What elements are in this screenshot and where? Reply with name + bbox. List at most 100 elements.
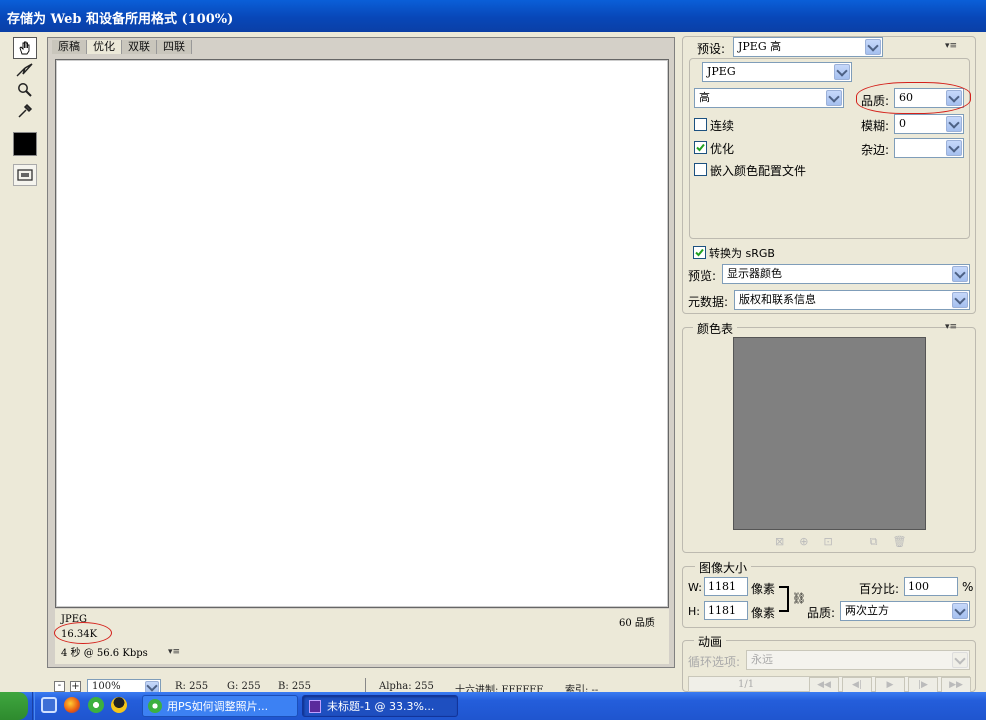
zoom-in-button[interactable]: +: [70, 681, 81, 692]
chain-link-icon[interactable]: ⛓: [792, 592, 806, 605]
preview-color-label: 预览:: [688, 269, 717, 283]
height-input[interactable]: 1181: [704, 601, 748, 620]
metadata-label: 元数据:: [688, 295, 729, 309]
view-tabs: 原稿 优化 双联 四联: [52, 39, 192, 54]
slices-visibility-icon: [17, 169, 33, 181]
eyedropper-tool-icon[interactable]: [13, 101, 37, 121]
web-shift-icon[interactable]: ⊕: [799, 535, 808, 548]
color-table-swatches[interactable]: [733, 337, 926, 530]
next-frame-button[interactable]: |▶: [908, 677, 938, 693]
checkmark-icon: [695, 248, 704, 257]
web-snap-icon[interactable]: ⊠: [775, 535, 784, 548]
toggle-slices-visibility-button[interactable]: [13, 164, 37, 186]
taskbar-item-browser[interactable]: 用PS如何调整照片...: [142, 695, 298, 717]
browser-360-icon: [148, 699, 162, 713]
preset-value: JPEG 高: [738, 40, 782, 53]
chevron-down-icon: [952, 652, 968, 668]
blur-label: 模糊:: [861, 119, 890, 133]
color-table-menu-icon[interactable]: ▾≡: [945, 322, 957, 332]
annotation-circle-size: [54, 622, 112, 644]
preset-select[interactable]: JPEG 高: [733, 37, 883, 57]
firefox-icon[interactable]: [64, 697, 80, 713]
optimized-checkbox[interactable]: [694, 141, 707, 154]
embed-profile-checkbox[interactable]: [694, 163, 707, 176]
embed-profile-label: 嵌入颜色配置文件: [710, 164, 807, 178]
chevron-down-icon: [834, 64, 850, 80]
zoom-out-button[interactable]: -: [54, 681, 65, 692]
hand-tool-icon[interactable]: [13, 37, 37, 59]
chevron-down-icon: [952, 266, 968, 282]
start-button[interactable]: [0, 692, 28, 720]
percent-unit: %: [962, 580, 974, 594]
metadata-select[interactable]: 版权和联系信息: [734, 290, 970, 310]
show-desktop-icon[interactable]: [41, 697, 57, 713]
chevron-down-icon: [952, 292, 968, 308]
eyedropper-color-swatch[interactable]: [13, 132, 37, 156]
taskbar-item-photoshop[interactable]: 未标题-1 @ 33.3%...: [302, 695, 458, 717]
width-label: W:: [688, 581, 702, 594]
tab-4-up[interactable]: 四联: [157, 40, 192, 54]
new-color-icon[interactable]: ⧉: [870, 535, 878, 548]
matte-select[interactable]: [894, 138, 964, 158]
tab-original[interactable]: 原稿: [52, 40, 87, 54]
taskbar-item-label: 未标题-1 @ 33.3%...: [327, 700, 435, 713]
resample-quality-select[interactable]: 两次立方: [840, 601, 970, 621]
preview-quality: 60 品质: [619, 618, 655, 629]
tab-optimized[interactable]: 优化: [87, 40, 122, 54]
eyedropper-icon: [18, 103, 33, 118]
status-bar: - + 100% R: 255 G: 255 B: 255 Alpha: 255…: [47, 676, 677, 696]
file-format-value: JPEG: [707, 65, 736, 78]
height-unit: 像素: [751, 606, 776, 620]
blur-input[interactable]: 0: [894, 114, 964, 134]
resample-quality-value: 两次立方: [845, 604, 889, 617]
convert-srgb-checkbox[interactable]: [693, 246, 706, 259]
checkmark-icon: [696, 143, 705, 152]
loop-options-select[interactable]: 永远: [746, 650, 970, 670]
trash-icon[interactable]: 🗑: [893, 535, 907, 548]
zoom-level-value: 100%: [92, 681, 121, 692]
chevron-down-icon: [946, 116, 962, 132]
slice-select-tool-icon[interactable]: [13, 60, 37, 80]
chevron-down-icon: [952, 603, 968, 619]
loop-options-label: 循环选项:: [688, 655, 741, 669]
image-preview-canvas[interactable]: [55, 59, 669, 608]
previous-frame-button[interactable]: ◀|: [842, 677, 872, 693]
percent-input[interactable]: 100: [904, 577, 958, 596]
status-r: R: 255: [175, 681, 209, 692]
height-label: H:: [688, 605, 700, 618]
lock-icon[interactable]: ⊡: [823, 535, 832, 548]
tab-2-up[interactable]: 双联: [122, 40, 157, 54]
status-g: G: 255: [227, 681, 261, 692]
width-input[interactable]: 1181: [704, 577, 748, 596]
zoom-tool-icon[interactable]: [13, 80, 37, 100]
last-frame-button[interactable]: ▶▶: [941, 677, 971, 693]
browser-360-icon[interactable]: [88, 697, 104, 713]
blur-value: 0: [899, 117, 906, 130]
file-format-select[interactable]: JPEG: [702, 62, 852, 82]
height-value: 1181: [708, 604, 736, 617]
status-divider: [365, 678, 366, 692]
download-speed-menu-icon[interactable]: ▾≡: [168, 647, 180, 657]
percent-value: 100: [908, 580, 929, 593]
preview-color-select[interactable]: 显示器颜色: [722, 264, 970, 284]
color-table-title: 颜色表: [693, 320, 738, 337]
progressive-checkbox[interactable]: [694, 118, 707, 131]
chevron-down-icon: [826, 90, 842, 106]
annotation-circle-quality: [856, 82, 971, 114]
first-frame-button[interactable]: ◀◀: [809, 677, 839, 693]
animation-title: 动画: [694, 633, 727, 650]
magnifier-icon: [18, 83, 32, 97]
image-size-title: 图像大小: [695, 559, 752, 576]
optimize-menu-icon[interactable]: ▾≡: [945, 41, 957, 51]
chevron-down-icon: [865, 39, 881, 55]
convert-srgb-label: 转换为 sRGB: [709, 247, 775, 260]
chevron-down-icon: [946, 140, 962, 156]
qq-icon[interactable]: [111, 697, 127, 713]
percent-label: 百分比:: [859, 582, 900, 596]
resample-quality-label: 品质:: [807, 606, 836, 620]
compression-quality-select[interactable]: 高: [694, 88, 844, 108]
matte-label: 杂边:: [861, 143, 890, 157]
play-button[interactable]: ▶: [875, 677, 905, 693]
loop-options-value: 永远: [751, 653, 773, 666]
preset-label: 预设:: [697, 42, 726, 56]
